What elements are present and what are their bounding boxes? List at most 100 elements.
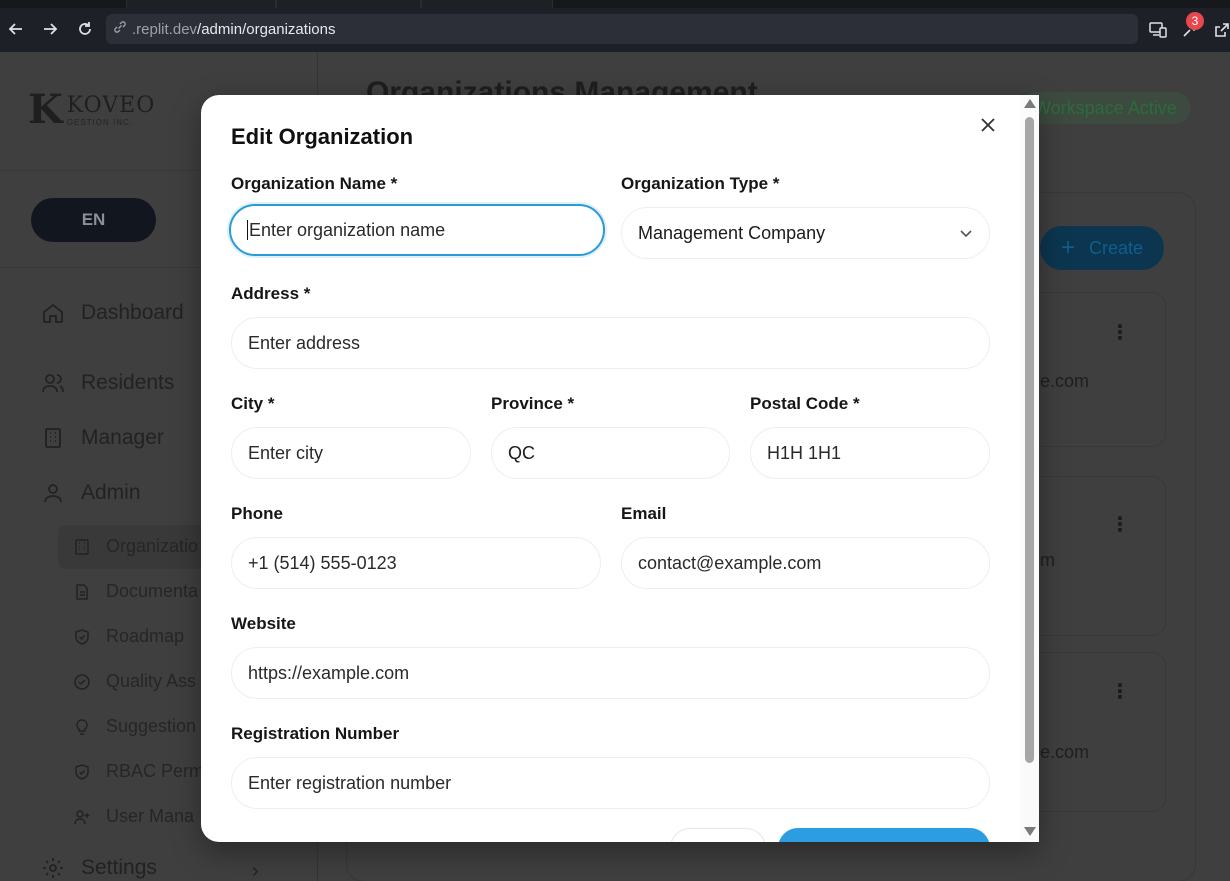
sidebar-item-roadmap[interactable]: Roadmap: [72, 626, 184, 647]
card-email-fragment: e.com: [1040, 742, 1090, 762]
sidebar-item-user-management[interactable]: User Mana: [72, 806, 194, 827]
link-icon: [112, 19, 128, 40]
sidebar-item-admin[interactable]: Admin: [40, 480, 141, 506]
website-placeholder: https://example.com: [248, 662, 410, 683]
browser-tab[interactable]: [126, 0, 276, 8]
province-value: QC: [508, 442, 535, 463]
check-circle-icon: [72, 672, 92, 692]
sidebar-item-residents[interactable]: Residents: [40, 370, 174, 396]
postal-code-input[interactable]: H1H 1H1: [750, 427, 990, 479]
dialog-title: Edit Organization: [231, 124, 414, 149]
organization-name-placeholder: Enter organization name: [249, 219, 446, 240]
sidebar-item-manager[interactable]: Manager: [40, 425, 164, 451]
scrollbar-thumb[interactable]: [1025, 117, 1034, 763]
shield-icon: [72, 762, 92, 782]
logo-subtitle: GESTION INC.: [66, 118, 133, 127]
building-icon: [72, 537, 92, 557]
sidebar-item-quality-assurance[interactable]: Quality Ass: [72, 671, 196, 692]
language-button[interactable]: EN: [31, 198, 156, 242]
organization-name-input[interactable]: Enter organization name: [229, 204, 605, 256]
organization-type-value: Management Company: [638, 222, 826, 243]
cancel-button[interactable]: [670, 828, 766, 842]
document-icon: [72, 582, 92, 602]
more-options-icon[interactable]: ⋮: [1110, 679, 1130, 704]
sidebar-item-label: RBAC Perm: [106, 761, 205, 781]
create-button-label: Create: [1088, 237, 1144, 258]
address-placeholder: Enter address: [248, 332, 361, 353]
sidebar-item-organizations[interactable]: Organizatio: [72, 536, 198, 557]
text-cursor: [247, 220, 248, 240]
plus-icon: +: [1060, 234, 1075, 261]
workspace-status-badge: Workspace Active: [1020, 92, 1191, 124]
gear-icon: [40, 855, 66, 881]
close-icon[interactable]: [980, 115, 996, 135]
registration-number-input[interactable]: Enter registration number: [231, 757, 990, 809]
sidebar-item-suggestions[interactable]: Suggestion: [72, 716, 196, 737]
sidebar-item-label: Manager: [81, 426, 164, 449]
sidebar-item-label: Quality Ass: [106, 671, 197, 691]
sidebar-item-rbac-permissions[interactable]: RBAC Perm: [72, 761, 204, 782]
create-organization-button[interactable]: + Create: [1040, 226, 1164, 270]
sidebar-item-label: Admin: [81, 481, 141, 504]
city-label: City *: [231, 394, 275, 413]
chevron-down-icon: [959, 224, 973, 245]
devices-icon[interactable]: [1146, 18, 1170, 42]
sidebar-item-dashboard[interactable]: Dashboard: [40, 300, 184, 326]
building-icon: [40, 425, 66, 451]
scroll-down-arrow-icon[interactable]: [1024, 827, 1036, 836]
reload-icon[interactable]: [74, 18, 96, 40]
postal-code-label: Postal Code *: [750, 394, 860, 413]
sidebar-item-settings[interactable]: Settings: [40, 855, 157, 881]
postal-code-placeholder: H1H 1H1: [767, 442, 842, 463]
more-options-icon[interactable]: ⋮: [1110, 512, 1130, 537]
email-input[interactable]: contact@example.com: [621, 537, 990, 589]
email-placeholder: contact@example.com: [638, 552, 822, 573]
province-input[interactable]: QC: [491, 427, 730, 479]
organization-name-label: Organization Name *: [231, 174, 398, 193]
card-email-fragment: m: [1040, 550, 1055, 570]
external-link-icon[interactable]: [1210, 18, 1230, 42]
sidebar-item-label: Roadmap: [106, 626, 185, 646]
browser-tab-strip: [0, 0, 1230, 8]
user-plus-icon: [72, 807, 92, 827]
notification-badge: 3: [1186, 12, 1204, 30]
forward-icon[interactable]: [39, 18, 61, 40]
city-input[interactable]: Enter city: [231, 427, 471, 479]
sidebar-item-label: Dashboard: [81, 301, 184, 324]
shield-icon: [72, 627, 92, 647]
browser-tab[interactable]: [421, 0, 553, 8]
logo-name: KOVEO: [66, 93, 156, 118]
more-options-icon[interactable]: ⋮: [1110, 320, 1130, 345]
lightbulb-icon: [72, 717, 92, 737]
registration-number-placeholder: Enter registration number: [248, 772, 452, 793]
sidebar-item-label: User Mana: [106, 806, 195, 826]
phone-input[interactable]: +1 (514) 555-0123: [231, 537, 601, 589]
address-bar[interactable]: .replit.dev /admin/organizations: [106, 14, 1138, 44]
city-placeholder: Enter city: [248, 442, 324, 463]
browser-tab[interactable]: [276, 0, 421, 8]
website-input[interactable]: https://example.com: [231, 647, 990, 699]
sidebar-item-label: Residents: [81, 371, 175, 394]
registration-number-label: Registration Number: [231, 724, 400, 743]
email-label: Email: [621, 504, 667, 523]
address-label: Address *: [231, 284, 311, 303]
edit-organization-dialog: Edit Organization Organization Name * En…: [201, 95, 1039, 842]
back-icon[interactable]: [5, 18, 27, 40]
organization-type-select[interactable]: Management Company: [621, 207, 990, 259]
url-host: .replit.dev: [132, 20, 198, 38]
save-button[interactable]: [778, 828, 990, 842]
phone-label: Phone: [231, 504, 283, 523]
organization-type-label: Organization Type *: [621, 174, 780, 193]
sidebar-item-label: Documenta: [106, 581, 199, 601]
sidebar-item-label: Organizatio: [106, 536, 199, 556]
browser-toolbar: .replit.dev /admin/organizations 3: [0, 8, 1230, 52]
scroll-up-arrow-icon[interactable]: [1024, 99, 1036, 108]
home-icon: [40, 300, 66, 326]
sidebar-item-label: Settings: [81, 856, 157, 879]
province-label: Province *: [491, 394, 575, 413]
sidebar-item-documentation[interactable]: Documenta: [72, 581, 198, 602]
logo-mark: K: [28, 86, 63, 133]
address-input[interactable]: Enter address: [231, 317, 990, 369]
user-icon: [40, 480, 66, 506]
card-email-fragment: e.com: [1040, 371, 1090, 391]
